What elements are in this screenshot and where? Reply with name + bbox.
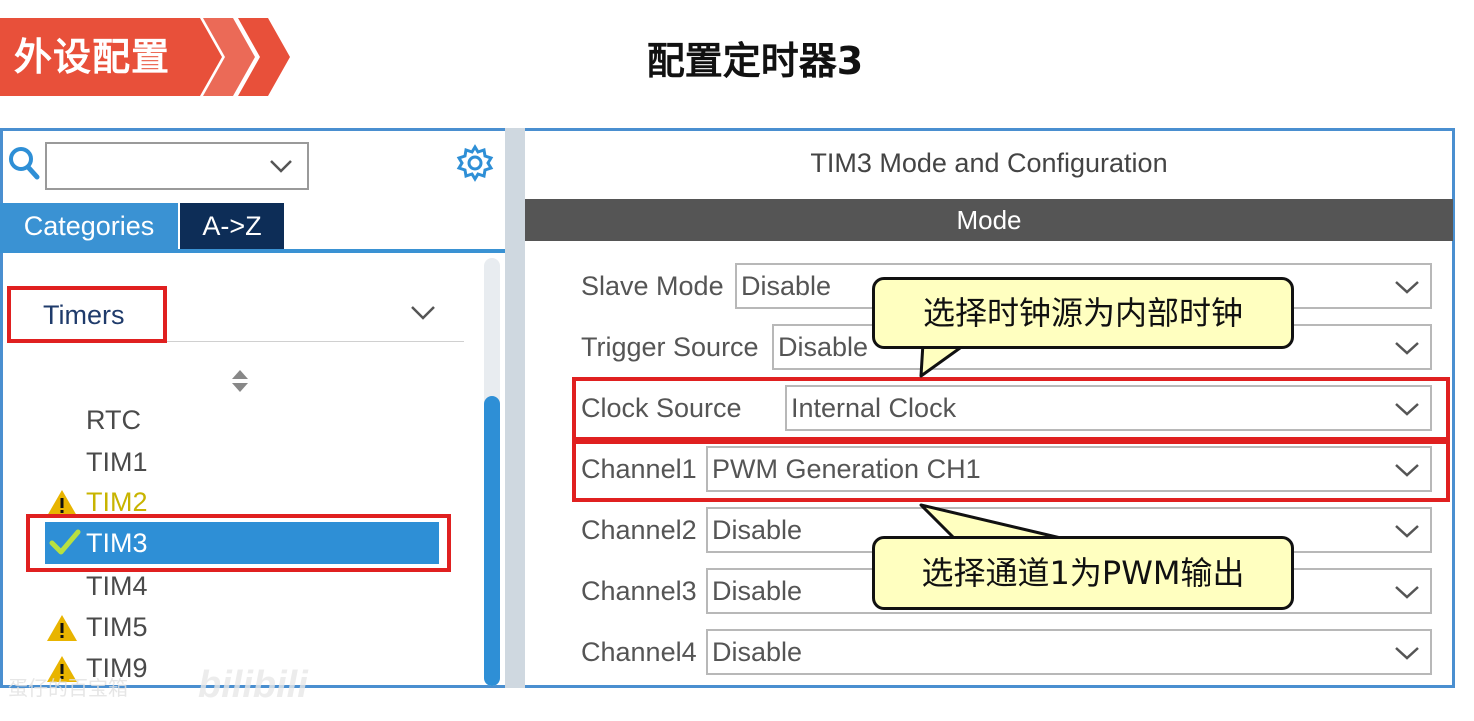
chevron-down-icon[interactable] — [269, 155, 293, 177]
chevron-down-icon[interactable] — [1394, 520, 1420, 542]
select-value: Disable — [778, 332, 869, 362]
gear-icon[interactable] — [456, 144, 494, 182]
highlight-clock-source — [572, 377, 1450, 441]
chevron-down-icon[interactable] — [410, 300, 436, 324]
highlight-channel1 — [572, 440, 1450, 502]
tab-underline — [0, 249, 505, 253]
search-input[interactable] — [45, 142, 309, 190]
section-label: 外设配置 — [14, 35, 171, 79]
watermark-text: 蛋仔的百宝箱 — [8, 678, 128, 700]
channel2-label: Channel2 — [581, 515, 697, 545]
select-value: Disable — [712, 515, 803, 545]
panel-splitter[interactable] — [505, 128, 525, 688]
watermark-logo: bilibili — [198, 664, 308, 706]
tree-item-tim5[interactable]: TIM5 — [86, 607, 148, 647]
tab-a-z[interactable]: A->Z — [180, 203, 284, 249]
highlight-tim3 — [26, 514, 451, 572]
select-value: Disable — [712, 576, 803, 606]
slave-mode-label: Slave Mode — [581, 271, 724, 301]
chevron-down-icon[interactable] — [1394, 642, 1420, 664]
chevron-down-icon[interactable] — [1394, 581, 1420, 603]
tree-item-rtc[interactable]: RTC — [86, 400, 141, 440]
channel4-label: Channel4 — [581, 637, 697, 667]
select-value: Disable — [712, 637, 803, 667]
mode-section-header[interactable]: Mode — [525, 199, 1453, 241]
chevron-down-icon[interactable] — [1394, 337, 1420, 359]
tab-categories[interactable]: Categories — [0, 203, 178, 249]
callout-clock-source: 选择时钟源为内部时钟 — [872, 277, 1294, 349]
trigger-source-label: Trigger Source — [581, 332, 759, 362]
channel3-label: Channel3 — [581, 576, 697, 606]
select-value: Disable — [741, 271, 832, 301]
tree-item-tim4[interactable]: TIM4 — [86, 566, 148, 606]
chevron-down-icon[interactable] — [1394, 276, 1420, 298]
callout-channel1: 选择通道1为PWM输出 — [872, 536, 1294, 610]
channel4-select[interactable]: Disable — [706, 629, 1432, 675]
config-title: TIM3 Mode and Configuration — [810, 148, 1168, 178]
tree-item-tim1[interactable]: TIM1 — [86, 442, 148, 482]
warning-icon — [47, 490, 77, 516]
highlight-timers — [7, 286, 167, 343]
warning-icon — [47, 615, 77, 641]
slide-title: 配置定时器3 — [646, 39, 864, 83]
search-icon[interactable] — [8, 146, 40, 180]
sort-arrows-icon[interactable] — [229, 368, 251, 394]
scrollbar-thumb[interactable] — [484, 396, 500, 686]
